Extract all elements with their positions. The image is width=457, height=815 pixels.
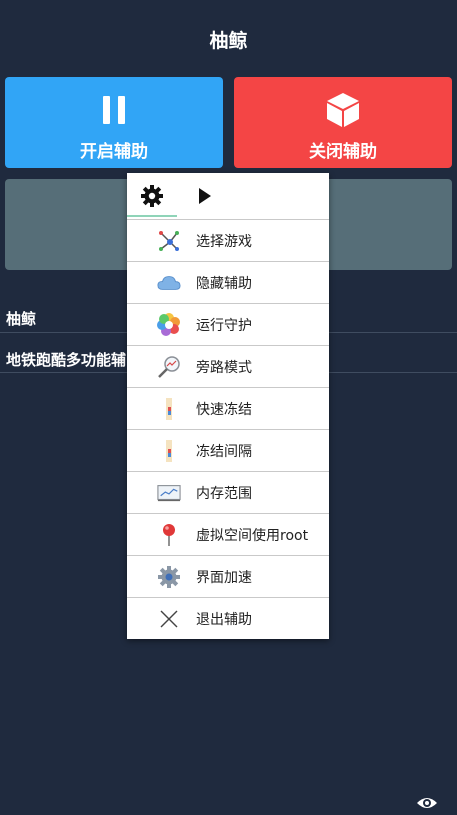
floating-menu: 选择游戏 隐藏辅助 运行守护 旁路模式 快速冻结 冻结间隔 内存范围 虚拟空间使…	[127, 173, 329, 639]
menu-item-hide-assist[interactable]: 隐藏辅助	[127, 262, 329, 304]
flower-icon	[157, 313, 181, 337]
app-title: 柚鲸	[209, 30, 248, 52]
start-assist-button[interactable]: 开启辅助	[5, 77, 223, 168]
menu-item-memory-range[interactable]: 内存范围	[127, 472, 329, 514]
stop-assist-label: 关闭辅助	[309, 142, 377, 162]
menu-item-bypass-mode[interactable]: 旁路模式	[127, 346, 329, 388]
menu-item-label: 旁路模式	[196, 360, 252, 376]
close-icon	[157, 607, 181, 631]
gear-icon	[157, 565, 181, 589]
menu-item-fast-freeze[interactable]: 快速冻结	[127, 388, 329, 430]
menu-item-exit-assist[interactable]: 退出辅助	[127, 598, 329, 639]
menu-item-label: 隐藏辅助	[196, 276, 252, 292]
monitor-chart-icon	[157, 481, 181, 505]
pin-icon	[157, 523, 181, 547]
menu-item-select-game[interactable]: 选择游戏	[127, 220, 329, 262]
start-assist-label: 开启辅助	[80, 142, 148, 162]
menu-item-virtual-root[interactable]: 虚拟空间使用root	[127, 514, 329, 556]
menu-item-label: 快速冻结	[196, 402, 252, 418]
menu-item-run-guard[interactable]: 运行守护	[127, 304, 329, 346]
cube-icon	[324, 93, 362, 127]
stop-assist-button[interactable]: 关闭辅助	[234, 77, 452, 168]
menu-item-label: 运行守护	[196, 318, 252, 334]
settings-gear-icon[interactable]	[140, 184, 164, 208]
list-item-2[interactable]: 地铁跑酷多功能辅	[6, 349, 126, 370]
menu-item-label: 退出辅助	[196, 612, 252, 628]
bar-icon	[157, 397, 181, 421]
active-tab-indicator	[127, 215, 177, 217]
eye-icon[interactable]	[416, 795, 438, 811]
menu-item-ui-accelerate[interactable]: 界面加速	[127, 556, 329, 598]
cloud-icon	[157, 271, 181, 295]
menu-item-label: 内存范围	[196, 486, 252, 502]
menu-item-label: 选择游戏	[196, 234, 252, 250]
bar-icon	[157, 439, 181, 463]
menu-item-freeze-interval[interactable]: 冻结间隔	[127, 430, 329, 472]
menu-item-label: 冻结间隔	[196, 444, 252, 460]
menu-header	[127, 173, 329, 220]
network-icon	[157, 229, 181, 253]
list-item-1[interactable]: 柚鲸	[6, 308, 36, 329]
play-icon[interactable]	[197, 186, 213, 206]
menu-item-label: 界面加速	[196, 570, 252, 586]
magnifier-chart-icon	[157, 355, 181, 379]
menu-item-label: 虚拟空间使用root	[196, 528, 309, 544]
pause-icon	[99, 93, 129, 127]
